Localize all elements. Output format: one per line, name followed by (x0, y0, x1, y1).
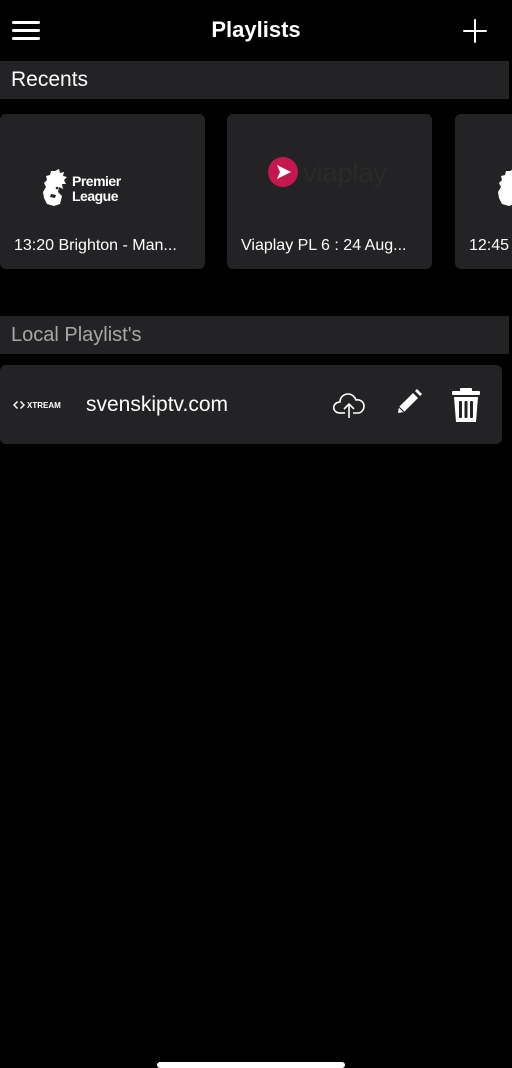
logo-text-premier: Premier (72, 173, 121, 189)
recent-card[interactable]: viaplay Viaplay PL 6 : 24 Aug... (227, 114, 432, 269)
premier-league-wordmark: Premier League (72, 174, 121, 204)
recent-card[interactable]: Premier League 13:20 Brighton - Man... (0, 114, 205, 269)
cloud-upload-icon[interactable] (331, 387, 367, 423)
recents-carousel[interactable]: Premier League 13:20 Brighton - Man... v… (0, 114, 512, 269)
play-icon (268, 157, 298, 187)
trash-icon[interactable] (448, 387, 484, 423)
premier-league-logo: Premier League (38, 168, 130, 208)
viaplay-logo: viaplay (267, 156, 397, 190)
page-title: Playlists (211, 17, 301, 42)
lion-icon (498, 170, 512, 206)
xtream-icon: XTREAM (13, 401, 61, 410)
pencil-icon[interactable] (392, 387, 428, 423)
recents-section-header: Recents (0, 61, 509, 99)
viaplay-wordmark: viaplay (303, 157, 387, 188)
logo-text-league: League (72, 188, 119, 204)
xtream-logo: XTREAM (12, 397, 68, 413)
home-indicator[interactable] (157, 1062, 345, 1068)
recent-card[interactable]: 12:45 (455, 114, 512, 269)
local-playlists-header: Local Playlist's (0, 316, 509, 354)
top-bar: Playlists (0, 0, 512, 60)
playlist-name: svenskiptv.com (86, 393, 228, 416)
recent-card-caption: 12:45 (469, 237, 510, 254)
recent-card-caption: 13:20 Brighton - Man... (14, 237, 177, 254)
add-playlist-button[interactable] (461, 17, 489, 45)
xtream-wordmark: XTREAM (27, 401, 61, 410)
playlist-row[interactable]: XTREAM svenskiptv.com (0, 365, 502, 444)
recent-card-caption: Viaplay PL 6 : 24 Aug... (241, 237, 407, 254)
lion-icon (43, 169, 67, 206)
